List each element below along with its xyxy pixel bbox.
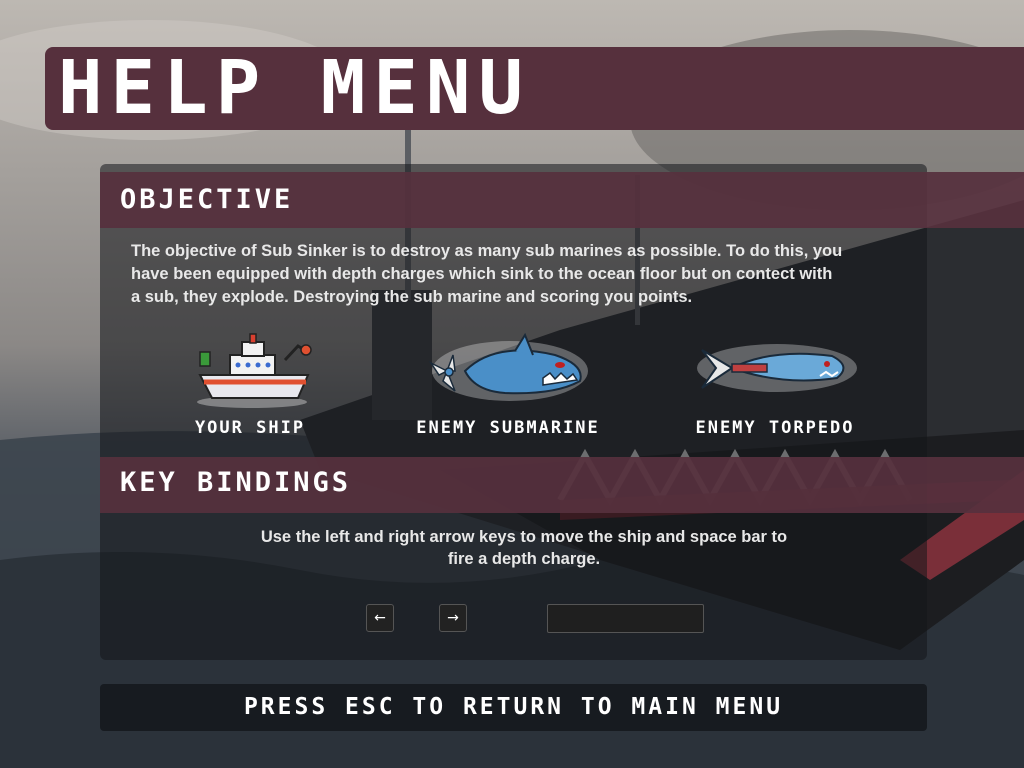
- space-bar-key-icon: [547, 604, 704, 633]
- enemy-submarine-label: ENEMY SUBMARINE: [416, 418, 600, 438]
- ship-icon: [197, 333, 312, 408]
- fish-torpedo-icon: [697, 344, 857, 392]
- your-ship-label: YOUR SHIP: [194, 418, 306, 438]
- page-title: HELP MENU: [58, 45, 531, 131]
- key-bindings-heading: KEY BINDINGS: [120, 467, 352, 498]
- objective-text-line2: have been equipped with depth charges wh…: [131, 265, 833, 283]
- key-bindings-text-line1: Use the left and right arrow keys to mov…: [260, 528, 788, 546]
- objective-heading: OBJECTIVE: [120, 184, 294, 215]
- shark-submarine-icon: [428, 333, 588, 401]
- help-panel: [100, 164, 927, 660]
- right-arrow-key-icon: →: [439, 604, 467, 632]
- key-bindings-text-line2: fire a depth charge.: [447, 550, 601, 568]
- objective-text-line1: The objective of Sub Sinker is to destro…: [131, 242, 843, 260]
- return-to-main-menu-prompt: PRESS ESC TO RETURN TO MAIN MENU: [243, 694, 784, 720]
- left-arrow-key-icon: ←: [366, 604, 394, 632]
- enemy-torpedo-label: ENEMY TORPEDO: [695, 418, 855, 438]
- objective-text-line3: a sub, they explode. Destroying the sub …: [131, 288, 693, 306]
